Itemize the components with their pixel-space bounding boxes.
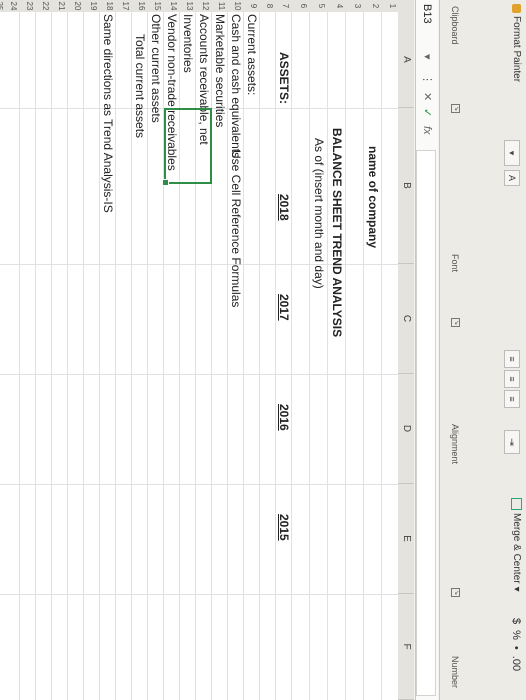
- year-2016: 2016: [277, 404, 291, 431]
- ribbon: Format Painter Clipboard ↘ ▾ A Font ↘ ≡ …: [439, 0, 526, 700]
- number-group-label: Number: [450, 656, 460, 689]
- column-header-a[interactable]: A: [398, 12, 414, 108]
- sheet-title: BALANCE SHEET TREND ANALYSIS: [330, 128, 344, 338]
- securities-label: Marketable securities: [213, 14, 227, 128]
- row-header[interactable]: 9: [249, 0, 258, 12]
- row-header[interactable]: 6: [299, 0, 308, 12]
- merge-center-label: Merge & Center: [511, 513, 522, 584]
- instruction-note: Use Cell Reference Formulas: [229, 150, 243, 308]
- fill-handle[interactable]: [162, 179, 169, 186]
- chevron-down-icon: ▾: [511, 586, 522, 592]
- percent-button[interactable]: %: [510, 630, 522, 640]
- cancel-icon[interactable]: ✕: [419, 92, 435, 101]
- clipboard-launcher-icon[interactable]: ↘: [451, 104, 460, 113]
- year-2017: 2017: [277, 294, 291, 321]
- font-size-button[interactable]: ▾: [504, 140, 520, 166]
- alignment-group-label: Alignment: [450, 424, 460, 465]
- row-header[interactable]: 8: [265, 0, 274, 12]
- row-header[interactable]: 24: [9, 0, 18, 12]
- year-2018: 2018: [277, 194, 291, 221]
- row-header[interactable]: 14: [169, 0, 178, 12]
- increase-decimal-button[interactable]: .00: [510, 656, 522, 671]
- current-assets-label: Current assets:: [245, 14, 259, 96]
- align-center-button[interactable]: ≡: [504, 370, 520, 388]
- row-header[interactable]: 18: [105, 0, 114, 12]
- row-header[interactable]: 15: [153, 0, 162, 12]
- comma-button[interactable]: •: [510, 646, 522, 650]
- selected-cell-b13[interactable]: [162, 108, 212, 186]
- row-header[interactable]: 1: [388, 0, 397, 12]
- merge-icon: [511, 498, 522, 510]
- same-directions-note: Same directions as Trend Analysis-IS: [101, 14, 115, 213]
- merge-center-button[interactable]: Merge & Center ▾: [511, 498, 522, 592]
- total-assets-label: Total current assets: [133, 34, 147, 139]
- row-header[interactable]: 25: [0, 0, 4, 12]
- other-assets-label: Other current assets: [149, 14, 163, 123]
- align-left-button[interactable]: ≡: [504, 350, 520, 368]
- enter-icon[interactable]: ✓: [419, 108, 435, 117]
- column-headers: A B C D E F: [397, 0, 414, 700]
- column-header-d[interactable]: D: [398, 374, 414, 484]
- row-header[interactable]: 23: [25, 0, 34, 12]
- assets-heading: ASSETS:: [277, 52, 291, 105]
- align-right-button[interactable]: ≡: [504, 390, 520, 408]
- column-header-b[interactable]: B: [398, 108, 414, 264]
- paintbrush-icon: [512, 4, 521, 13]
- font-launcher-icon[interactable]: ↘: [451, 318, 460, 327]
- font-grow-button[interactable]: A: [504, 170, 520, 186]
- format-painter-label: Format Painter: [511, 16, 522, 83]
- format-painter-button[interactable]: Format Painter: [511, 4, 522, 82]
- row-header[interactable]: 10: [233, 0, 242, 12]
- name-box-dropdown-icon[interactable]: ▾: [419, 54, 435, 60]
- formula-bar: B13 ▾ ⋮ ✕ ✓ fx: [415, 0, 438, 700]
- row-header[interactable]: 3: [353, 0, 362, 12]
- number-format-buttons: $ % • .00: [510, 618, 522, 671]
- formula-input[interactable]: [416, 150, 436, 696]
- column-header-c[interactable]: C: [398, 264, 414, 374]
- row-header[interactable]: 2: [371, 0, 380, 12]
- clipboard-group-label: Clipboard: [450, 6, 460, 45]
- row-header[interactable]: 11: [217, 0, 226, 12]
- company-name: name of company: [366, 146, 380, 249]
- row-header[interactable]: 13: [185, 0, 194, 12]
- row-header[interactable]: 16: [137, 0, 146, 12]
- as-of-date: As of (insert month and day): [312, 138, 326, 289]
- cash-label: Cash and cash equivalents: [229, 14, 243, 159]
- column-header-e[interactable]: E: [398, 484, 414, 594]
- row-header[interactable]: 20: [73, 0, 82, 12]
- inventories-label: Inventories: [181, 14, 195, 73]
- cell-grid[interactable]: name of company BALANCE SHEET TREND ANAL…: [0, 12, 398, 700]
- indent-button[interactable]: ⇥: [504, 430, 520, 454]
- more-icon: ⋮: [421, 74, 433, 85]
- year-2015: 2015: [277, 514, 291, 541]
- row-header[interactable]: 5: [317, 0, 326, 12]
- row-header[interactable]: 4: [335, 0, 344, 12]
- row-header[interactable]: 22: [41, 0, 50, 12]
- row-header[interactable]: 12: [201, 0, 210, 12]
- alignment-launcher-icon[interactable]: ↘: [451, 588, 460, 597]
- font-group-label: Font: [450, 254, 460, 273]
- row-header[interactable]: 19: [89, 0, 98, 12]
- row-header[interactable]: 17: [121, 0, 130, 12]
- currency-button[interactable]: $: [510, 618, 522, 624]
- row-header[interactable]: 21: [57, 0, 66, 12]
- row-header[interactable]: 7: [281, 0, 290, 12]
- column-header-f[interactable]: F: [398, 594, 414, 700]
- spreadsheet-window: Format Painter Clipboard ↘ ▾ A Font ↘ ≡ …: [0, 0, 526, 700]
- name-box[interactable]: B13: [419, 4, 435, 50]
- fx-icon[interactable]: fx: [419, 126, 435, 135]
